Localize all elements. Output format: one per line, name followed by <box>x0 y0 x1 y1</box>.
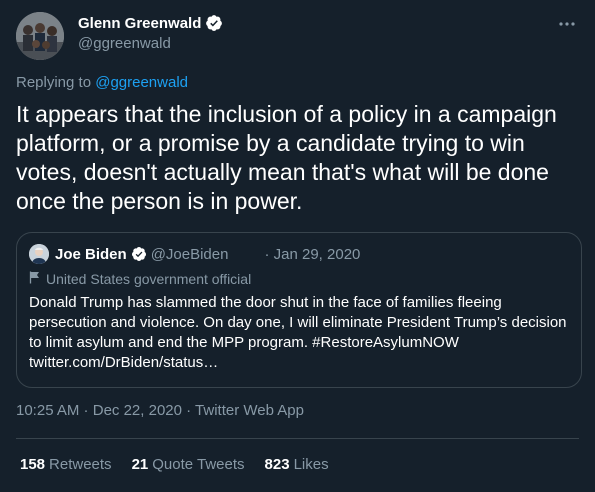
quote-government-label: United States government official <box>29 271 251 287</box>
tweet-text: It appears that the inclusion of a polic… <box>16 101 557 214</box>
likes-count: 823 <box>264 456 290 473</box>
quote-author-handle: @JoeBiden <box>150 245 229 263</box>
meta-separator: · <box>79 402 93 419</box>
quote-verified-badge-icon <box>131 246 147 262</box>
likes-stat[interactable]: 823 Likes <box>265 456 329 473</box>
quote-date: · Jan 29, 2020 <box>264 245 361 263</box>
author-name[interactable]: Glenn Greenwald <box>78 15 201 32</box>
tweet-stats: 158 Retweets 21 Quote Tweets 823 Likes <box>20 456 349 473</box>
quote-author-avatar <box>29 244 49 264</box>
tweet-time[interactable]: 10:25 AM <box>16 402 79 419</box>
quote-author-name: Joe Biden <box>55 245 127 263</box>
retweets-label: Retweets <box>49 456 112 473</box>
verified-badge-icon <box>205 14 223 32</box>
quote-text: Donald Trump has slammed the door shut i… <box>29 294 567 371</box>
replying-handle-link[interactable]: @ggreenwald <box>95 74 188 91</box>
quote-tweets-label: Quote Tweets <box>152 456 245 473</box>
quoted-tweet[interactable]: Joe Biden @JoeBiden · Jan 29, 2020 Unite… <box>16 232 582 388</box>
quote-tweets-count: 21 <box>131 456 149 473</box>
quote-tweets-stat[interactable]: 21 Quote Tweets <box>132 456 245 473</box>
meta-separator: · <box>181 402 196 419</box>
government-label-text: United States government official <box>46 271 252 287</box>
tweet-source[interactable]: Twitter Web App <box>195 402 304 419</box>
tweet-meta: 10:25 AM · Dec 22, 2020 · Twitter Web Ap… <box>16 402 304 419</box>
more-icon[interactable] <box>555 14 579 34</box>
likes-label: Likes <box>293 456 329 473</box>
tweet-date[interactable]: Dec 22, 2020 <box>93 402 182 419</box>
author-handle[interactable]: @ggreenwald <box>78 35 223 52</box>
retweets-count: 158 <box>20 456 46 473</box>
author-avatar[interactable] <box>16 12 64 60</box>
replying-to: Replying to @ggreenwald <box>16 74 188 91</box>
retweets-stat[interactable]: 158 Retweets <box>20 456 112 473</box>
divider <box>16 438 579 439</box>
replying-prefix: Replying to <box>16 74 92 91</box>
tweet-header: Glenn Greenwald @ggreenwald <box>16 12 579 60</box>
government-flag-icon <box>29 271 46 287</box>
